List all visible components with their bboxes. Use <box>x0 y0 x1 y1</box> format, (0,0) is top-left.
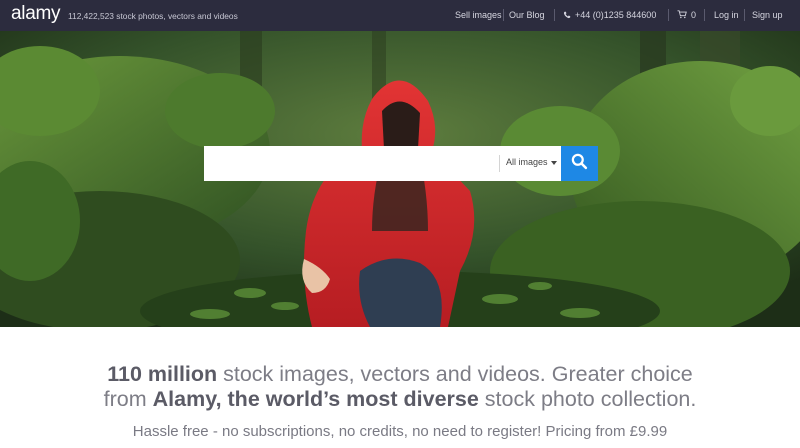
nav-divider <box>554 9 555 21</box>
collection-tagline: 112,422,523 stock photos, vectors and vi… <box>68 11 238 21</box>
headline-line-1: 110 million stock images, vectors and vi… <box>0 362 800 387</box>
alamy-logo[interactable]: alamy <box>11 3 60 25</box>
nav-divider <box>503 9 504 21</box>
nav-divider <box>668 9 669 21</box>
headline-emphasis-2: Alamy, the world’s most diverse <box>152 387 479 411</box>
cart-link[interactable]: 0 <box>677 10 696 21</box>
pricing-subline: Hassle free - no subscriptions, no credi… <box>132 423 668 440</box>
sign-up-link[interactable]: Sign up <box>752 10 783 20</box>
phone-icon <box>563 11 571 21</box>
search-scope-label: All images <box>506 157 548 167</box>
caret-down-icon <box>550 160 557 165</box>
headline-text-2: stock photo collection. <box>478 387 697 411</box>
headline-line-2: from Alamy, the world’s most diverse sto… <box>0 387 800 412</box>
phone-number: +44 (0)1235 844600 <box>575 10 657 20</box>
search-icon <box>571 153 588 175</box>
our-blog-link[interactable]: Our Blog <box>509 10 545 20</box>
top-nav-bar: alamy 112,422,523 stock photos, vectors … <box>0 0 800 31</box>
marketing-headline: 110 million stock images, vectors and vi… <box>0 362 800 412</box>
phone-contact[interactable]: +44 (0)1235 844600 <box>563 10 656 21</box>
search-input[interactable] <box>204 146 496 181</box>
cart-count: 0 <box>691 10 697 20</box>
headline-emphasis-1: 110 million <box>107 362 218 386</box>
headline-text-1: stock images, vectors and videos. Greate… <box>217 362 693 386</box>
nav-divider <box>704 9 705 21</box>
search-scope-dropdown[interactable]: All images <box>506 157 557 167</box>
search-bar: All images <box>204 146 561 181</box>
sell-images-link[interactable]: Sell images <box>455 10 502 20</box>
cart-icon <box>677 10 687 21</box>
search-button[interactable] <box>561 146 598 181</box>
log-in-link[interactable]: Log in <box>714 10 739 20</box>
headline-lead-2: from <box>103 387 153 411</box>
search-divider <box>499 155 500 172</box>
nav-divider <box>744 9 745 21</box>
